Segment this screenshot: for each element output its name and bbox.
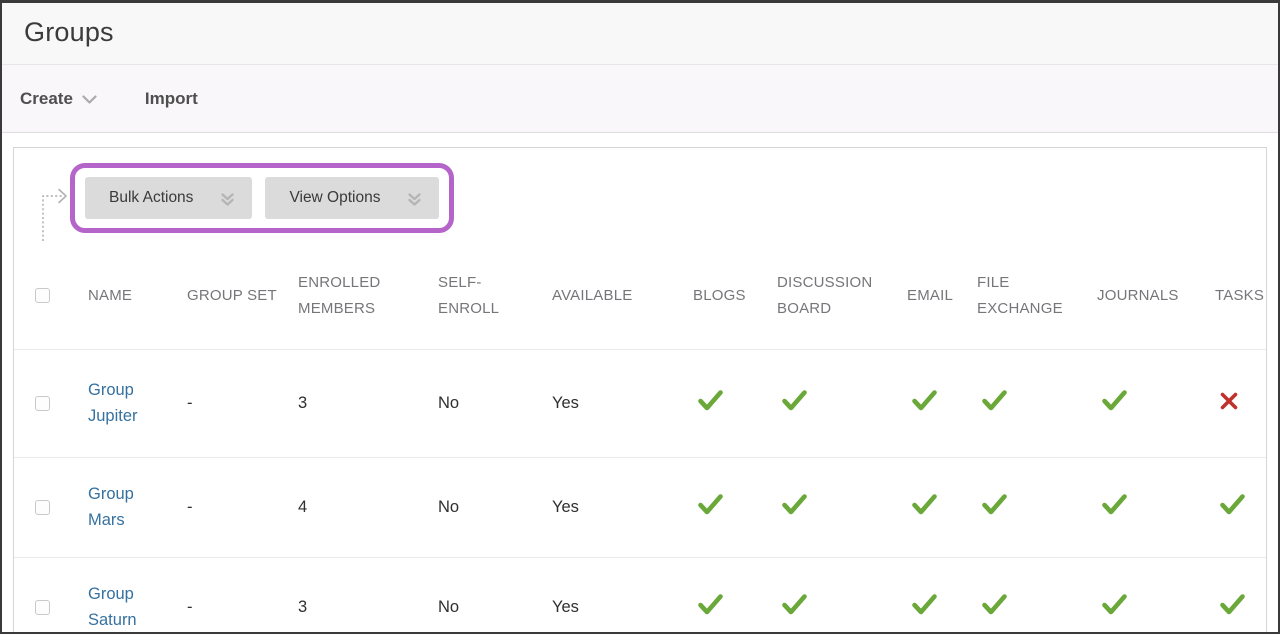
double-chevron-down-icon [406, 191, 423, 208]
row-checkbox[interactable] [35, 396, 50, 411]
status-icon [777, 389, 808, 417]
cross-icon [1219, 391, 1239, 411]
check-icon [911, 389, 938, 412]
check-icon [781, 389, 808, 412]
check-icon [781, 493, 808, 516]
column-header-blogs: BLOGS [683, 243, 767, 349]
check-icon [697, 389, 724, 412]
import-label: Import [145, 89, 198, 109]
status-icon [777, 493, 808, 521]
available-cell: Yes [542, 457, 683, 557]
status-icon [977, 593, 1008, 621]
check-icon [781, 593, 808, 616]
double-chevron-down-icon [219, 191, 236, 208]
import-button[interactable]: Import [145, 89, 198, 109]
status-icon [1097, 389, 1128, 417]
check-icon [1101, 593, 1128, 616]
status-icon [907, 493, 938, 521]
column-header-available: AVAILABLE [542, 243, 683, 349]
column-header-tasks: TASKS [1205, 243, 1266, 349]
check-icon [697, 493, 724, 516]
view-options-label: View Options [289, 189, 380, 207]
status-icon [907, 389, 938, 417]
table-row: Group Mars - 4 No Yes [14, 457, 1266, 557]
column-header-discussion-board: DISCUSSION BOARD [767, 243, 897, 349]
annotation-highlight-outline: Bulk Actions View Options [70, 163, 454, 233]
column-header-group-set: GROUP SET [177, 243, 288, 349]
check-icon [981, 493, 1008, 516]
status-icon [1215, 391, 1239, 416]
view-options-button[interactable]: View Options [265, 177, 439, 219]
list-toolbar: Bulk Actions View Options [14, 148, 1266, 243]
select-all-checkbox[interactable] [35, 288, 50, 303]
enrolled-members-cell: 4 [288, 457, 428, 557]
groups-list-panel: Bulk Actions View Options [13, 147, 1267, 634]
group-set-cell: - [177, 457, 288, 557]
check-icon [911, 593, 938, 616]
status-icon [907, 593, 938, 621]
available-cell: Yes [542, 349, 683, 457]
column-header-file-exchange: FILE EXCHANGE [967, 243, 1087, 349]
status-icon [1215, 593, 1246, 621]
check-icon [911, 493, 938, 516]
group-set-cell: - [177, 349, 288, 457]
check-icon [1219, 593, 1246, 616]
table-header-row: NAME GROUP SET ENROLLED MEMBERS SELF-ENR… [14, 243, 1266, 349]
column-header-email: EMAIL [897, 243, 967, 349]
group-link[interactable]: Group Saturn [88, 581, 154, 634]
page-title-bar: Groups [2, 3, 1278, 65]
check-icon [981, 593, 1008, 616]
column-header-journals: JOURNALS [1087, 243, 1205, 349]
status-icon [777, 593, 808, 621]
check-icon [981, 389, 1008, 412]
create-menu-button[interactable]: Create [20, 89, 97, 109]
enrolled-members-cell: 3 [288, 557, 428, 634]
groups-page: Groups Create Import Bulk Actions [0, 0, 1280, 634]
check-icon [1219, 493, 1246, 516]
enrolled-members-cell: 3 [288, 349, 428, 457]
status-icon [1097, 593, 1128, 621]
group-link[interactable]: Group Mars [88, 481, 154, 534]
status-icon [1097, 493, 1128, 521]
check-icon [1101, 389, 1128, 412]
bulk-actions-label: Bulk Actions [109, 189, 193, 207]
status-icon [693, 493, 724, 521]
row-checkbox[interactable] [35, 500, 50, 515]
column-header-name: NAME [78, 243, 177, 349]
table-row: Group Saturn - 3 No Yes [14, 557, 1266, 634]
status-icon [977, 389, 1008, 417]
table-row: Group Jupiter - 3 No Yes [14, 349, 1266, 457]
group-link[interactable]: Group Jupiter [88, 377, 154, 430]
chevron-down-icon [82, 95, 97, 105]
create-label: Create [20, 89, 73, 109]
check-icon [697, 593, 724, 616]
available-cell: Yes [542, 557, 683, 634]
check-icon [1101, 493, 1128, 516]
row-checkbox[interactable] [35, 600, 50, 615]
action-bar: Create Import [2, 65, 1278, 133]
status-icon [693, 593, 724, 621]
group-set-cell: - [177, 557, 288, 634]
column-header-self-enroll: SELF-ENROLL [428, 243, 542, 349]
self-enroll-cell: No [428, 557, 542, 634]
status-icon [693, 389, 724, 417]
column-header-enrolled-members: ENROLLED MEMBERS [288, 243, 428, 349]
page-title: Groups [24, 17, 1256, 48]
bulk-actions-button[interactable]: Bulk Actions [85, 177, 252, 219]
status-icon [1215, 493, 1246, 521]
status-icon [977, 493, 1008, 521]
self-enroll-cell: No [428, 457, 542, 557]
self-enroll-cell: No [428, 349, 542, 457]
groups-table: NAME GROUP SET ENROLLED MEMBERS SELF-ENR… [14, 243, 1266, 634]
